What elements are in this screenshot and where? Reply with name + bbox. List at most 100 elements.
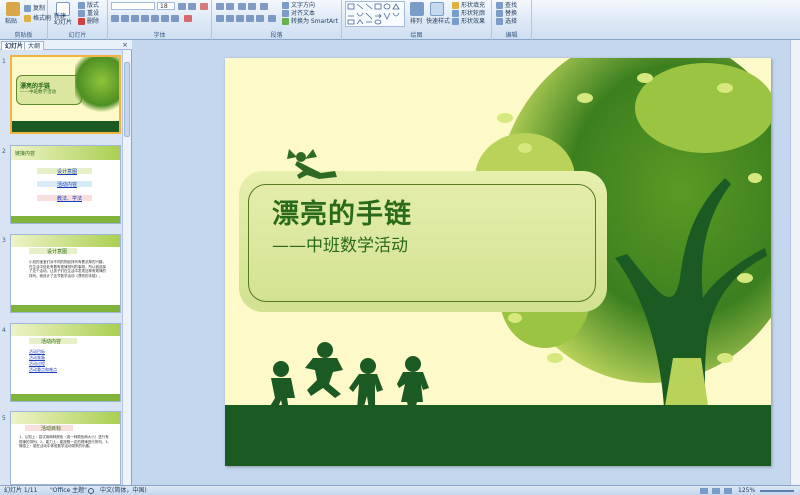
language-indicator[interactable]: 中文(简体，中国): [100, 486, 147, 495]
zoom-level: 125%: [738, 487, 756, 494]
select-button[interactable]: 选择: [496, 16, 517, 25]
drawing-group: 排列 快速样式 形状填充 形状轮廓 形状效果 绘图: [342, 0, 492, 40]
thumb-number: 3: [2, 237, 6, 244]
zoom-slider[interactable]: [760, 490, 794, 492]
distributed-icon[interactable]: [256, 15, 264, 22]
font-name-select[interactable]: [111, 2, 155, 10]
line-spacing-icon[interactable]: [260, 3, 268, 10]
close-pane-icon[interactable]: ×: [122, 41, 128, 50]
clear-format-icon[interactable]: [200, 3, 208, 10]
char-spacing-icon[interactable]: [161, 15, 169, 22]
thumb-heading: 活动内容: [41, 339, 62, 345]
shadow-icon[interactable]: [151, 15, 159, 22]
delete-icon: [78, 18, 85, 25]
shape-effects-button[interactable]: 形状效果: [452, 16, 485, 25]
paragraph-label: 段落: [270, 32, 283, 39]
slides-pane: 幻灯片 大纲 × 1 漂亮的手链 ——中班数学活动 2 链接内容 设计意图 活动…: [0, 40, 132, 485]
font-label: 字体: [153, 32, 166, 39]
spellcheck-icon[interactable]: [88, 488, 94, 494]
slide-thumb-3[interactable]: 设计意图 小班的宝宝们对不同的物品排列有着浓厚的兴趣，在生活中处处有着有规律排列…: [10, 234, 121, 313]
quick-styles-button[interactable]: 快速样式: [426, 16, 450, 25]
editor-scrollbar[interactable]: [790, 40, 800, 485]
editing-group: 查找 替换 选择 编辑: [492, 0, 532, 40]
thumb-subtitle: ——中班数学活动: [20, 90, 56, 95]
slides-group: 新建 幻灯片 版式 重设 删除 幻灯片: [48, 0, 108, 40]
thumb-heading: 活动目标: [41, 426, 62, 432]
thumb-link: 活动重点和难点: [29, 367, 57, 372]
slide-title[interactable]: 漂亮的手链: [272, 192, 412, 231]
slide-sorter-icon[interactable]: [712, 488, 720, 494]
increase-indent-icon[interactable]: [248, 3, 256, 10]
font-color-icon[interactable]: [184, 15, 192, 22]
copy-icon: [24, 5, 31, 12]
slide-counter: 幻灯片 1/11: [4, 487, 38, 494]
select-icon: [496, 18, 503, 25]
thumb-heading: 链接内容: [15, 151, 36, 157]
smartart-icon: [282, 18, 289, 25]
clipboard-label: 剪贴板: [14, 32, 33, 39]
format-painter-button[interactable]: 格式刷: [24, 13, 51, 22]
justify-icon[interactable]: [246, 15, 254, 22]
thumb-link: 教法、学法: [57, 196, 83, 202]
paste-button[interactable]: 粘贴: [5, 16, 17, 25]
paste-icon[interactable]: [6, 2, 20, 16]
thumb-body: 1、认知上：尝试用两种颜色（或一种颜色两大小）进行有规律的排列。2、能力上：能按…: [19, 435, 111, 449]
align-right-icon[interactable]: [236, 15, 244, 22]
align-center-icon[interactable]: [226, 15, 234, 22]
strikethrough-icon[interactable]: [141, 15, 149, 22]
slide-subtitle[interactable]: ——中班数学活动: [272, 231, 408, 256]
clipboard-group: 粘贴 复制 格式刷 剪贴板: [0, 0, 51, 40]
quick-styles-icon[interactable]: [430, 2, 444, 16]
pane-scrollbar[interactable]: [122, 50, 131, 485]
thumb-number: 2: [2, 148, 6, 155]
slide-thumb-1[interactable]: 漂亮的手链 ——中班数学活动: [10, 55, 121, 134]
thumb-heading: 设计意图: [47, 249, 68, 255]
tab-outline[interactable]: 大纲: [24, 41, 45, 50]
slideshow-icon[interactable]: [724, 488, 732, 494]
font-group: 18 字体: [108, 0, 212, 40]
delete-button[interactable]: 删除: [78, 16, 99, 25]
shapes-gallery[interactable]: [345, 1, 405, 27]
change-case-icon[interactable]: [171, 15, 179, 22]
ribbon: 粘贴 复制 格式刷 剪贴板 新建 幻灯片 版式 重设 删除 幻灯片 18 字体: [0, 0, 800, 40]
pane-scroll-thumb[interactable]: [124, 62, 130, 137]
columns-icon[interactable]: [268, 15, 276, 22]
status-bar: 幻灯片 1/11 "Office 主题" 中文(简体，中国) 125%: [0, 485, 800, 495]
fairy-silhouette: [287, 149, 337, 179]
shrink-font-icon[interactable]: [188, 3, 196, 10]
italic-icon[interactable]: [121, 15, 129, 22]
editing-label: 编辑: [505, 32, 518, 39]
numbering-icon[interactable]: [226, 3, 234, 10]
bullets-icon[interactable]: [216, 3, 224, 10]
slide-thumb-2[interactable]: 链接内容 设计意图 活动内容 教法、学法: [10, 145, 121, 224]
font-size-select[interactable]: 18: [157, 2, 175, 10]
underline-icon[interactable]: [131, 15, 139, 22]
thumb-link: 设计意图: [57, 169, 78, 175]
thumb-number: 1: [2, 58, 6, 65]
theme-name: "Office 主题": [50, 487, 87, 494]
effects-icon: [452, 18, 459, 25]
align-left-icon[interactable]: [216, 15, 224, 22]
slide-thumb-5[interactable]: 活动目标 1、认知上：尝试用两种颜色（或一种颜色两大小）进行有规律的排列。2、能…: [10, 411, 121, 485]
thumb-number: 4: [2, 327, 6, 334]
slide-canvas[interactable]: 漂亮的手链 ——中班数学活动: [225, 58, 771, 466]
slide-thumb-4[interactable]: 活动内容 活动目标 活动准备 活动过程 活动重点和难点: [10, 323, 121, 402]
thumb-body: 小班的宝宝们对不同的物品排列有着浓厚的兴趣，在生活中处处有着有规律排列的事物。所…: [29, 260, 106, 278]
new-slide-button[interactable]: 新建 幻灯片: [54, 14, 72, 26]
decrease-indent-icon[interactable]: [238, 3, 246, 10]
pane-tabs: 幻灯片 大纲 ×: [0, 40, 132, 50]
slides-label: 幻灯片: [68, 32, 87, 39]
thumb-number: 5: [2, 415, 6, 422]
copy-button[interactable]: 复制: [24, 3, 45, 12]
shapes-icon: [347, 3, 400, 25]
paragraph-group: 文字方向 对齐文本 转换为 SmartArt 段落: [212, 0, 342, 40]
smartart-button[interactable]: 转换为 SmartArt: [282, 16, 338, 25]
bold-icon[interactable]: [111, 15, 119, 22]
arrange-icon[interactable]: [410, 2, 424, 16]
drawing-label: 绘图: [410, 32, 423, 39]
slide-editor: 漂亮的手链 ——中班数学活动: [133, 40, 800, 485]
brush-icon: [24, 15, 31, 22]
arrange-button[interactable]: 排列: [410, 16, 422, 25]
normal-view-icon[interactable]: [700, 488, 708, 494]
grow-font-icon[interactable]: [178, 3, 186, 10]
